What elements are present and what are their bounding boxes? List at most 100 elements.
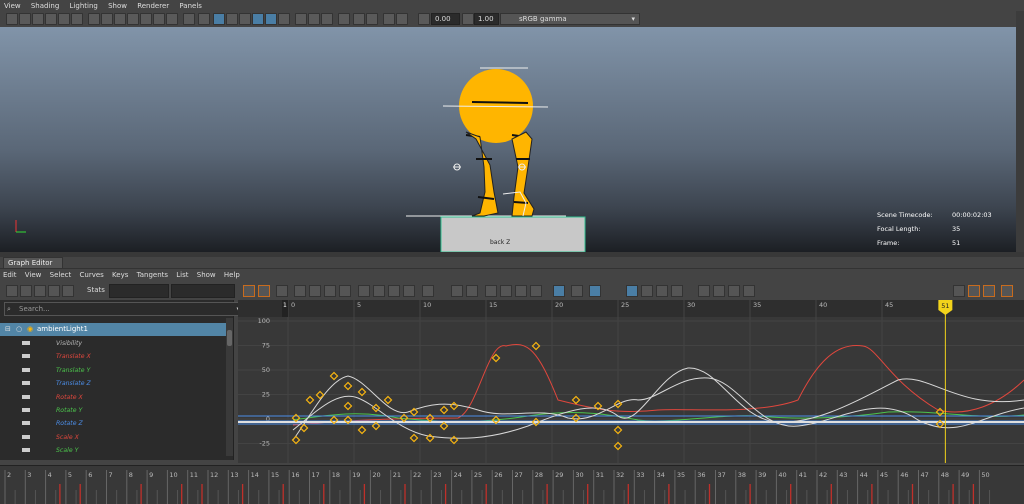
time-slider[interactable]: 2 3 4 5 6 7 8 9 10 11 12 13 14 15 16 17 18 19 20 21 22 23 24 25… (0, 465, 1024, 504)
frame-all-icon[interactable] (243, 285, 255, 297)
auto-tangent-icon[interactable] (294, 285, 306, 297)
default-material-icon[interactable] (213, 13, 225, 25)
ge-menu-edit[interactable]: Edit (0, 269, 20, 281)
normalize-icon[interactable] (515, 285, 527, 297)
outliner-attribute-row[interactable]: Scale Y (0, 444, 226, 457)
isolate-select-icon[interactable] (353, 13, 365, 25)
two-d-pan-icon[interactable] (58, 13, 70, 25)
ge-menu-show[interactable]: Show (194, 269, 219, 281)
ge-menu-view[interactable]: View (22, 269, 45, 281)
visibility-toggle-icon[interactable]: ○ (16, 323, 22, 336)
time-editor-icon[interactable] (1001, 285, 1013, 297)
grid-icon[interactable] (88, 13, 100, 25)
lattice-deform-icon[interactable] (34, 285, 46, 297)
stacked-view-icon[interactable] (553, 285, 565, 297)
outliner-attribute-row[interactable]: Translate Y (0, 364, 226, 377)
curve-graph-icon[interactable] (641, 285, 653, 297)
shadows-icon[interactable] (252, 13, 264, 25)
time-snap-icon[interactable] (571, 285, 583, 297)
lock-weights-icon[interactable] (451, 285, 463, 297)
safe-title-icon[interactable] (166, 13, 178, 25)
ambient-occlusion-icon[interactable] (295, 13, 307, 25)
offset-cycle-icon[interactable] (728, 285, 740, 297)
depth-of-field-icon[interactable] (338, 13, 350, 25)
move-view-icon[interactable] (953, 285, 965, 297)
film-gate-icon[interactable] (101, 13, 113, 25)
outliner-attribute-row[interactable]: Rotate Z (0, 417, 226, 430)
clamped-tangent-icon[interactable] (324, 285, 336, 297)
outliner-attribute-row[interactable]: Rotate Y (0, 404, 226, 417)
expand-toggle-icon[interactable]: ⊟ (5, 323, 11, 336)
pre-infinity-icon[interactable] (671, 285, 683, 297)
outliner-scroll-thumb[interactable] (227, 330, 232, 346)
frame-playback-range-icon[interactable] (258, 285, 270, 297)
menu-panels[interactable]: Panels (175, 0, 206, 10)
viewport-3d[interactable]: back Z Scene Timecode: 00:00:02:03 Focal… (0, 27, 1016, 252)
insert-key-icon[interactable] (20, 285, 32, 297)
free-weights-icon[interactable] (466, 285, 478, 297)
outliner-attribute-row[interactable]: Translate X (0, 350, 226, 363)
retime-tool-icon[interactable] (62, 285, 74, 297)
outliner-node-ambientlight[interactable]: ⊟ ○ ◉ ambientLight1 (0, 323, 226, 336)
ge-menu-help[interactable]: Help (221, 269, 243, 281)
grease-pencil-icon[interactable] (71, 13, 83, 25)
graph-area[interactable]: 0510152025303540451251007550250-25-50151 (238, 300, 1024, 463)
value-snap-icon[interactable] (589, 285, 601, 297)
anti-aliasing-icon[interactable] (321, 13, 333, 25)
field-chart-icon[interactable] (140, 13, 152, 25)
channel-box-collapsed-strip[interactable] (1016, 11, 1024, 252)
textured-icon[interactable] (226, 13, 238, 25)
menu-shading[interactable]: Shading (27, 0, 63, 10)
camera-attributes-icon[interactable] (19, 13, 31, 25)
exposure-icon[interactable] (418, 13, 430, 25)
menu-renderer[interactable]: Renderer (133, 0, 173, 10)
panel-splitter[interactable] (0, 252, 1024, 257)
select-camera-icon[interactable] (6, 13, 18, 25)
xray-icon[interactable] (278, 13, 290, 25)
step-tangent-icon[interactable] (373, 285, 385, 297)
bookmark-icon[interactable] (32, 13, 44, 25)
gate-mask-icon[interactable] (127, 13, 139, 25)
ge-menu-list[interactable]: List (173, 269, 191, 281)
denormalize-icon[interactable] (530, 285, 542, 297)
infinity-icon[interactable] (656, 285, 668, 297)
smooth-shade-icon[interactable] (198, 13, 210, 25)
post-infinity-icon[interactable] (698, 285, 710, 297)
stats-value-field[interactable] (171, 284, 235, 298)
outliner-attribute-row[interactable]: Scale X (0, 431, 226, 444)
ge-menu-select[interactable]: Select (47, 269, 75, 281)
trax-editor-icon[interactable] (983, 285, 995, 297)
gamma-icon[interactable] (462, 13, 474, 25)
color-space-dropdown[interactable]: sRGB gamma ▾ (500, 13, 640, 25)
flat-tangent-icon[interactable] (358, 285, 370, 297)
lights-icon[interactable] (239, 13, 251, 25)
linear-tangent-icon[interactable] (339, 285, 351, 297)
move-key-icon[interactable] (6, 285, 18, 297)
xray-joints-icon[interactable] (366, 13, 378, 25)
unify-tangents-icon[interactable] (422, 285, 434, 297)
safe-action-icon[interactable] (153, 13, 165, 25)
dope-sheet-icon[interactable] (968, 285, 980, 297)
buffer-curve-icon[interactable] (485, 285, 497, 297)
stats-time-field[interactable] (109, 284, 169, 298)
wireframe-icon[interactable] (183, 13, 195, 25)
wireframe-on-shaded-icon[interactable] (265, 13, 277, 25)
break-tangents-icon[interactable] (403, 285, 415, 297)
outliner-attribute-row[interactable]: Rotate X (0, 391, 226, 404)
outliner-search-input[interactable]: ⌕ Search... ▾ (4, 302, 245, 316)
region-tool-icon[interactable] (48, 285, 60, 297)
outliner-attribute-row[interactable]: Translate Z (0, 377, 226, 390)
xray-active-icon[interactable] (383, 13, 395, 25)
oscillate-icon[interactable] (743, 285, 755, 297)
ge-menu-keys[interactable]: Keys (109, 269, 131, 281)
ge-menu-curves[interactable]: Curves (77, 269, 107, 281)
center-current-time-icon[interactable] (276, 285, 288, 297)
motion-blur-icon[interactable] (308, 13, 320, 25)
expand-icon[interactable] (396, 13, 408, 25)
absolute-view-icon[interactable] (626, 285, 638, 297)
resolution-gate-icon[interactable] (114, 13, 126, 25)
exposure-field[interactable]: 0.00 (431, 13, 460, 25)
swap-buffer-icon[interactable] (500, 285, 512, 297)
outliner-attribute-row[interactable]: Visibility (0, 337, 226, 350)
plateau-tangent-icon[interactable] (388, 285, 400, 297)
